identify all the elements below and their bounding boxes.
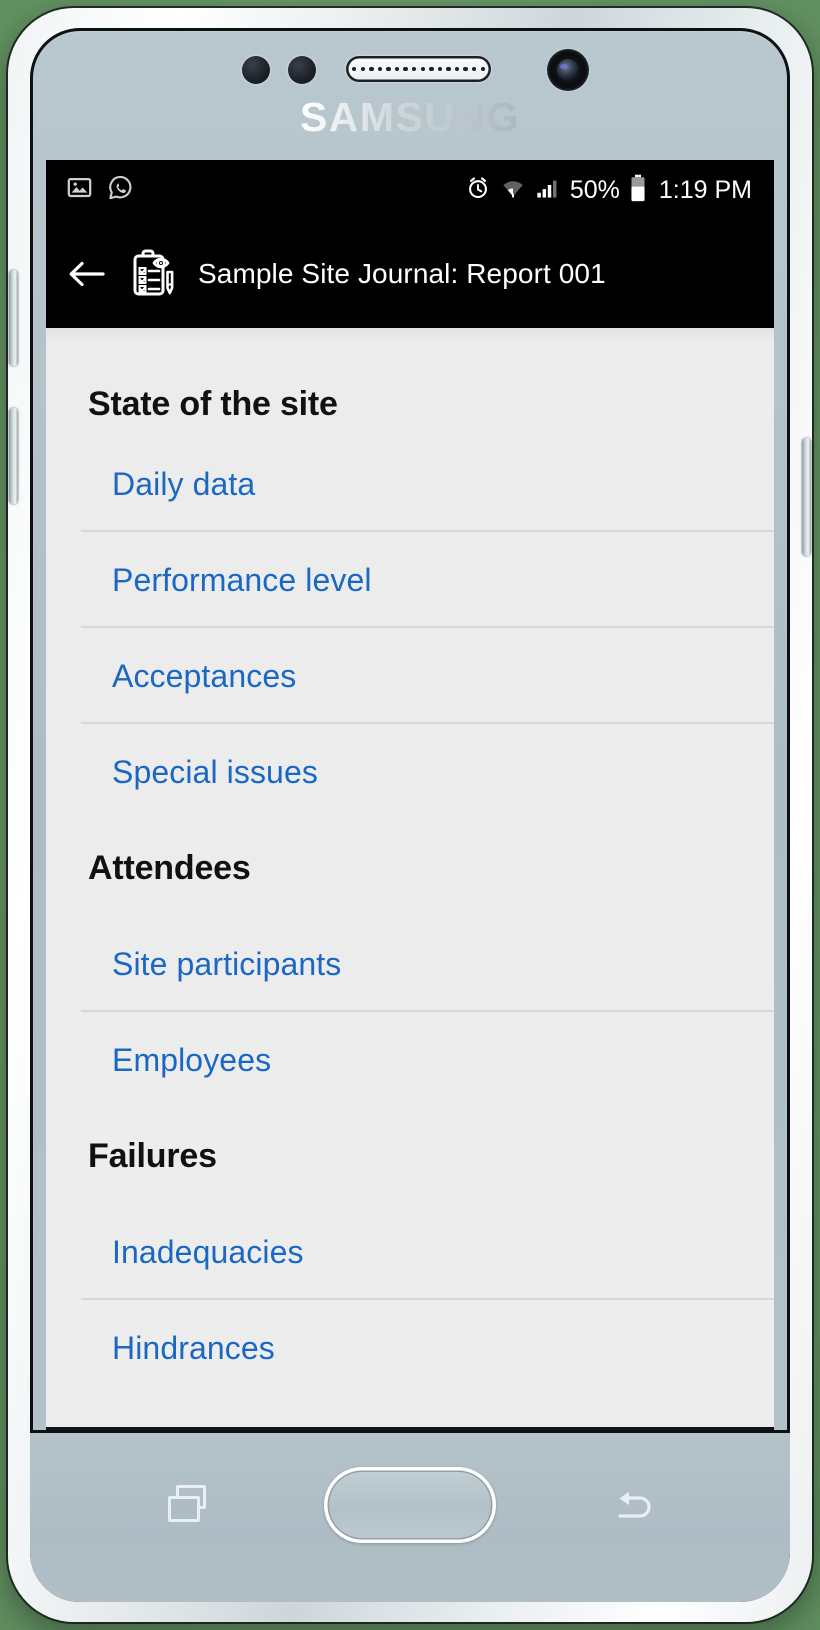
samsung-phone-device: SAMSUNG 50% 1:19 PM Sample Site Journal:… [8,8,812,1622]
section-header-state-of-the-site: State of the site [88,385,338,423]
status-bar-right-icons: 50% 1:19 PM [465,174,752,207]
phone-screen: 50% 1:19 PM Sample Site Journal: Report … [46,160,774,1430]
proximity-sensor-icon [242,56,270,84]
power-button[interactable] [802,438,811,556]
list-item-site-participants[interactable]: Site participants [46,916,774,1012]
earpiece-speaker-icon [346,56,491,82]
list-item-label: Performance level [112,561,372,598]
list-item-acceptances[interactable]: Acceptances [46,628,774,724]
back-icon[interactable] [610,1483,658,1531]
list-item-daily-data[interactable]: Daily data [46,436,774,532]
list-item-label: Site participants [112,945,342,982]
gallery-icon [66,174,93,206]
list-item-performance-level[interactable]: Performance level [46,532,774,628]
list-item-label: Acceptances [112,657,297,694]
recents-icon[interactable] [168,1485,212,1529]
app-bar: Sample Site Journal: Report 001 [46,220,774,328]
list-item-inadequacies[interactable]: Inadequacies [46,1204,774,1300]
volume-down-button[interactable] [9,408,18,504]
back-button[interactable] [64,251,110,297]
list-item-label: Special issues [112,753,318,790]
alarm-icon [465,175,491,206]
volume-up-button[interactable] [9,270,18,366]
list-item-employees[interactable]: Employees [46,1012,774,1108]
list-item-label: Inadequacies [112,1233,304,1270]
section-header-attendees: Attendees [88,848,251,887]
settings-list: State of the site Daily data Performance… [46,328,774,1430]
list-item-label: Daily data [112,465,256,502]
battery-icon [629,174,647,207]
list-item-label: Hindrances [112,1329,275,1366]
status-bar: 50% 1:19 PM [46,160,774,220]
whatsapp-icon [107,174,134,206]
page-title: Sample Site Journal: Report 001 [198,258,606,289]
device-bottom-bezel [30,1430,790,1602]
list-item-hindrances[interactable]: Hindrances [46,1300,774,1396]
section-header-failures: Failures [88,1136,217,1175]
list-item-label: Employees [112,1041,272,1078]
samsung-brand-logo: SAMSUNG [30,94,790,141]
status-bar-left-icons [66,174,134,206]
site-journal-clipboard-eye-icon [126,246,182,302]
device-top-bezel: SAMSUNG [30,28,790,160]
list-item-special-issues[interactable]: Special issues [46,724,774,820]
home-button[interactable] [324,1467,496,1543]
clock-label: 1:19 PM [658,175,752,204]
light-sensor-icon [288,56,316,84]
battery-percent-label: 50% [569,175,620,204]
wifi-icon [500,175,526,206]
front-camera-icon [547,49,589,91]
signal-icon [535,175,561,206]
